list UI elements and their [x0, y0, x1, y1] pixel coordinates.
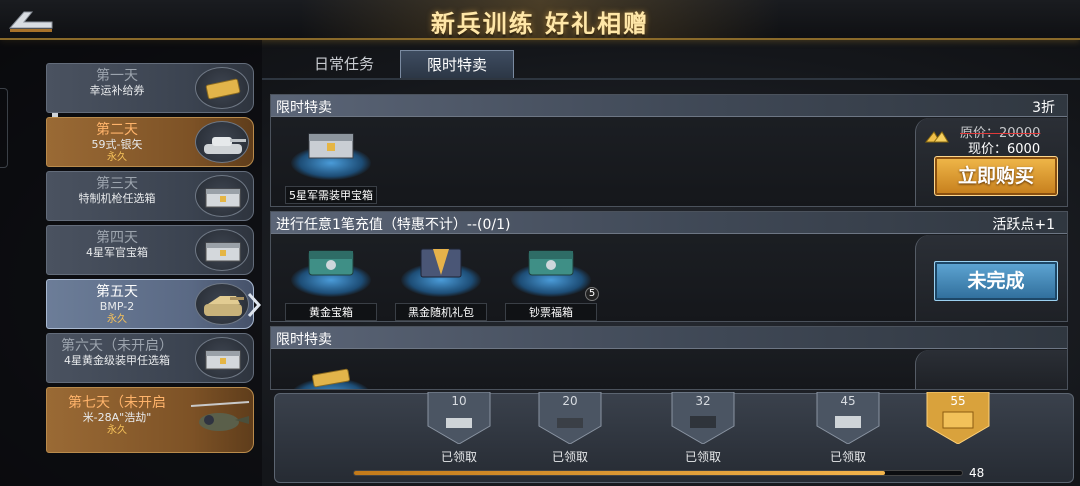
- gold-chest-icon: [308, 250, 354, 276]
- task-status-panel: 未完成: [915, 235, 1067, 321]
- gift-pack-icon: [420, 248, 462, 278]
- reward-item[interactable]: 5星军需装甲宝箱: [285, 120, 377, 204]
- sale-card-2: 限时特卖: [270, 326, 1068, 390]
- day-item-4[interactable]: 第四天 4星军官宝箱: [46, 225, 254, 275]
- reward-item[interactable]: 黑金随机礼包: [395, 237, 487, 321]
- card-title: 限时特卖: [276, 332, 332, 348]
- card-title: 限时特卖: [276, 100, 332, 116]
- game-screen: 新兵训练 好礼相赠 第一天 幸运补给券 第二天 59式-银矢 永久 第三天 特制…: [0, 0, 1080, 486]
- cash-chest-icon: [528, 250, 574, 276]
- sale-card: 限时特卖 3折 5星军需装甲宝箱 原价：20000 现价：6000 立即购买: [270, 94, 1068, 207]
- tab-bar: 日常任务 限时特卖: [262, 40, 1080, 80]
- progress-fill: [354, 471, 885, 475]
- milestone-reward[interactable]: 32 已领取: [668, 392, 738, 464]
- activity-points: 活跃点+1: [992, 217, 1055, 233]
- page-title: 新兵训练 好礼相赠: [430, 10, 650, 38]
- ticket-icon: [195, 67, 249, 109]
- reward-item[interactable]: [285, 352, 377, 389]
- milestone-reward[interactable]: 45 已领取: [813, 392, 883, 464]
- milestone-reward[interactable]: 20 已领取: [535, 392, 605, 464]
- armor-crate-icon: [308, 133, 354, 159]
- buy-now-button[interactable]: 立即购买: [934, 156, 1058, 196]
- day-item-3[interactable]: 第三天 特制机枪任选箱: [46, 171, 254, 221]
- tab-limited-sale[interactable]: 限时特卖: [400, 50, 515, 78]
- current-price: 现价：6000: [968, 142, 1041, 157]
- progress-value: 48: [969, 466, 985, 480]
- tank-icon: [195, 121, 249, 163]
- header-bar: 新兵训练 好礼相赠: [0, 0, 1080, 40]
- tab-daily-tasks[interactable]: 日常任务: [288, 50, 400, 78]
- card-title: 进行任意1笔充值（特惠不计）--(0/1): [276, 217, 511, 233]
- incomplete-button[interactable]: 未完成: [934, 261, 1058, 301]
- ticket-icon: [312, 368, 350, 388]
- tank-icon: [195, 283, 249, 325]
- milestone-reward[interactable]: 10 已领取: [424, 392, 494, 464]
- milestone-reward-final[interactable]: 55: [923, 392, 993, 444]
- day-item-5[interactable]: 第五天 BMP-2 永久: [46, 279, 254, 329]
- activity-reward-bar: 10 已领取 20 已领取 32 已领取 45 已领取 55 48: [274, 392, 1074, 483]
- progress-bar: [353, 470, 963, 476]
- discount-label: 3折: [1032, 100, 1055, 116]
- crate-icon: [195, 337, 249, 379]
- chevron-right-icon: [247, 292, 261, 318]
- helicopter-icon: [189, 392, 251, 448]
- day-item-7[interactable]: 第七天（未开启 米-28A"浩劫" 永久: [46, 387, 254, 453]
- crate-icon: [195, 229, 249, 271]
- day-item-2[interactable]: 第二天 59式-银矢 永久: [46, 117, 254, 167]
- item-count: 5: [585, 287, 599, 301]
- purchase-panel: 原价：20000 现价：6000 立即购买: [915, 118, 1067, 206]
- reward-item[interactable]: 钞票福箱 5: [505, 237, 599, 321]
- day-item-6[interactable]: 第六天（未开启） 4星黄金级装甲任选箱: [46, 333, 254, 383]
- gold-icon: [924, 131, 949, 143]
- task-card: 进行任意1笔充值（特惠不计）--(0/1) 活跃点+1 黄金宝箱 黑金随机礼包 …: [270, 211, 1068, 322]
- reward-item[interactable]: 黄金宝箱: [285, 237, 377, 321]
- crate-icon: [195, 175, 249, 217]
- day-item-1[interactable]: 第一天 幸运补给券: [46, 63, 254, 113]
